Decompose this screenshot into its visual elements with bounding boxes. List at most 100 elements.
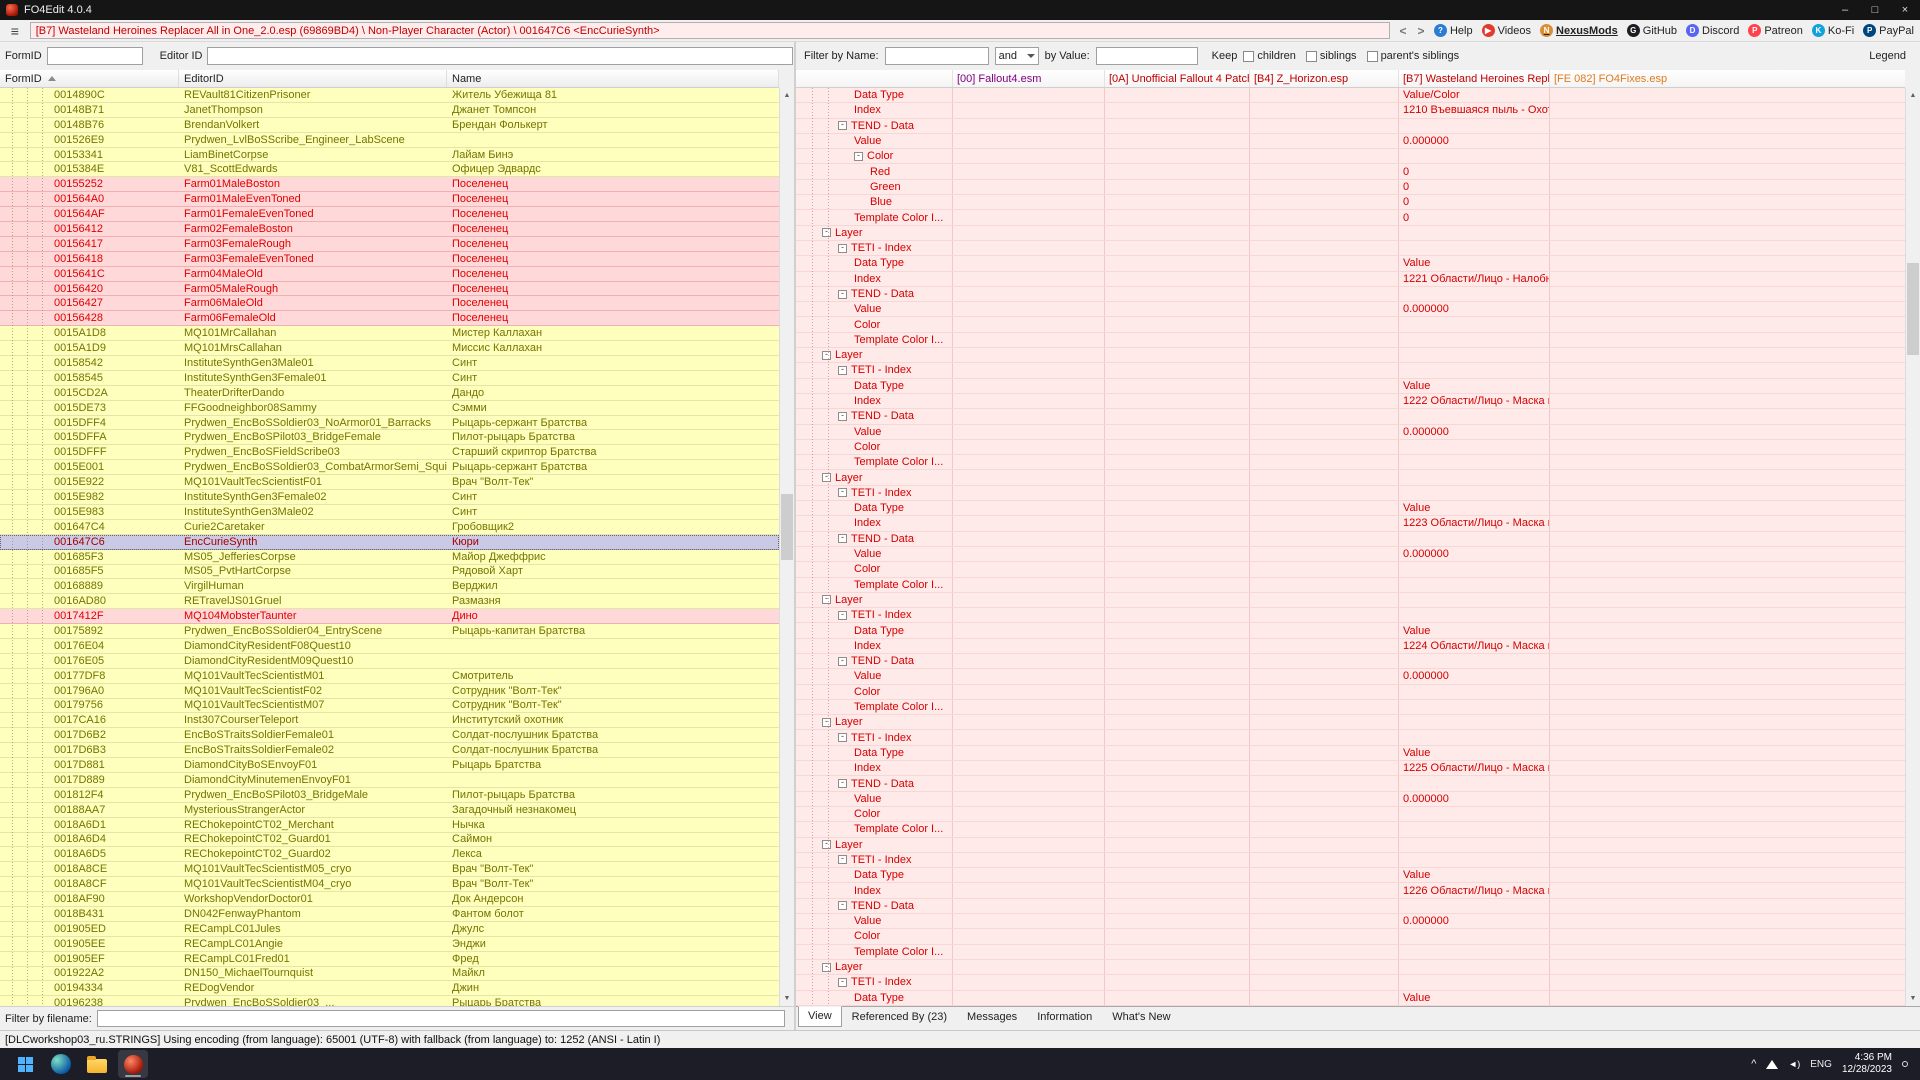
cell-fallout4[interactable]	[953, 88, 1105, 102]
cell-horizon[interactable]	[1250, 822, 1399, 836]
cell-fo4fixes[interactable]	[1550, 929, 1905, 943]
filter-name-input[interactable]	[885, 47, 989, 65]
cell-wasteland-heroines[interactable]	[1399, 470, 1550, 484]
toolbar-link[interactable]: K Ko-Fi	[1812, 24, 1854, 37]
cell-fo4fixes[interactable]	[1550, 149, 1905, 163]
tree-row[interactable]: Index 1224 Области/Лицо - Маска на у...	[796, 639, 1905, 654]
cell-fo4fixes[interactable]	[1550, 88, 1905, 102]
tree-row[interactable]: Layer	[796, 470, 1905, 485]
cell-fallout4[interactable]	[953, 210, 1105, 224]
cell-fallout4[interactable]	[953, 639, 1105, 653]
cell-wasteland-heroines[interactable]	[1399, 608, 1550, 622]
table-row[interactable]: 00176E04 DiamondCityResidentF08Quest10	[0, 639, 779, 654]
cell-wasteland-heroines[interactable]	[1399, 685, 1550, 699]
cell-fallout4[interactable]	[953, 363, 1105, 377]
cell-fallout4[interactable]	[953, 516, 1105, 530]
tree-row[interactable]: Index 1223 Области/Лицо - Маска на ...	[796, 516, 1905, 531]
cell-fallout4[interactable]	[953, 776, 1105, 790]
cell-fo4fixes[interactable]	[1550, 730, 1905, 744]
cell-fo4fixes[interactable]	[1550, 822, 1905, 836]
cell-fo4fixes[interactable]	[1550, 317, 1905, 331]
cell-fallout4[interactable]	[953, 914, 1105, 928]
cell-horizon[interactable]	[1250, 868, 1399, 882]
cell-wasteland-heroines[interactable]: 1222 Области/Лицо - Маска на г...	[1399, 394, 1550, 408]
cell-fo4fixes[interactable]	[1550, 195, 1905, 209]
keep-checkbox[interactable]: children	[1243, 50, 1296, 62]
tree-row[interactable]: Layer	[796, 838, 1905, 853]
column-header-editorid[interactable]: EditorID	[179, 70, 447, 87]
right-scrollbar[interactable]: ▲ ▼	[1905, 88, 1920, 1006]
cell-fallout4[interactable]	[953, 440, 1105, 454]
cell-wasteland-heroines[interactable]: Value	[1399, 746, 1550, 760]
close-button[interactable]: ×	[1890, 0, 1920, 20]
cell-horizon[interactable]	[1250, 776, 1399, 790]
cell-wasteland-heroines[interactable]: 1210 Въевшаяся пыль - Охотна...	[1399, 103, 1550, 117]
cell-wasteland-heroines[interactable]	[1399, 593, 1550, 607]
plugin-column-header[interactable]: [B4] Z_Horizon.esp	[1250, 70, 1399, 87]
cell-fo4fixes[interactable]	[1550, 501, 1905, 515]
cell-unofficial-patch[interactable]	[1105, 226, 1250, 240]
tree-row[interactable]: Template Color I...	[796, 822, 1905, 837]
cell-horizon[interactable]	[1250, 256, 1399, 270]
cell-horizon[interactable]	[1250, 715, 1399, 729]
table-row[interactable]: 00155252 Farm01MaleBoston Поселенец	[0, 177, 779, 192]
tree-row[interactable]: TEND - Data	[796, 119, 1905, 134]
cell-unofficial-patch[interactable]	[1105, 578, 1250, 592]
tree-row[interactable]: TETI - Index	[796, 241, 1905, 256]
cell-fo4fixes[interactable]	[1550, 103, 1905, 117]
cell-fo4fixes[interactable]	[1550, 669, 1905, 683]
cell-horizon[interactable]	[1250, 516, 1399, 530]
cell-unofficial-patch[interactable]	[1105, 960, 1250, 974]
cell-horizon[interactable]	[1250, 608, 1399, 622]
cell-horizon[interactable]	[1250, 470, 1399, 484]
cell-horizon[interactable]	[1250, 562, 1399, 576]
cell-fallout4[interactable]	[953, 608, 1105, 622]
cell-fallout4[interactable]	[953, 409, 1105, 423]
table-row[interactable]: 0015384E V81_ScottEdwards Офицер Эдвардс	[0, 162, 779, 177]
table-row[interactable]: 0016AD80 RETravelJS01Gruel Размазня	[0, 594, 779, 609]
cell-unofficial-patch[interactable]	[1105, 639, 1250, 653]
cell-fo4fixes[interactable]	[1550, 578, 1905, 592]
cell-fallout4[interactable]	[953, 883, 1105, 897]
table-row[interactable]: 00196238 Prydwen_EncBoSSoldier03_... Рыц…	[0, 996, 779, 1006]
cell-fo4fixes[interactable]	[1550, 394, 1905, 408]
collapse-icon[interactable]	[838, 366, 847, 375]
maximize-button[interactable]: □	[1860, 0, 1890, 20]
cell-fallout4[interactable]	[953, 195, 1105, 209]
cell-wasteland-heroines[interactable]: Value	[1399, 379, 1550, 393]
cell-unofficial-patch[interactable]	[1105, 501, 1250, 515]
cell-fo4fixes[interactable]	[1550, 455, 1905, 469]
collapse-icon[interactable]	[838, 488, 847, 497]
toolbar-link[interactable]: N NexusMods	[1540, 24, 1618, 37]
cell-wasteland-heroines[interactable]: Value/Color	[1399, 88, 1550, 102]
taskbar-app-edge[interactable]	[46, 1050, 76, 1078]
cell-fallout4[interactable]	[953, 547, 1105, 561]
cell-fo4fixes[interactable]	[1550, 868, 1905, 882]
cell-unofficial-patch[interactable]	[1105, 730, 1250, 744]
language-indicator[interactable]: ENG	[1810, 1059, 1832, 1070]
cell-fo4fixes[interactable]	[1550, 226, 1905, 240]
cell-fallout4[interactable]	[953, 562, 1105, 576]
cell-fo4fixes[interactable]	[1550, 975, 1905, 989]
cell-horizon[interactable]	[1250, 210, 1399, 224]
tree-row[interactable]: Color	[796, 929, 1905, 944]
cell-horizon[interactable]	[1250, 134, 1399, 148]
tree-row[interactable]: Data Type Value/Color	[796, 88, 1905, 103]
tree-row[interactable]: Color	[796, 562, 1905, 577]
tree-row[interactable]: TEND - Data	[796, 532, 1905, 547]
cell-unofficial-patch[interactable]	[1105, 333, 1250, 347]
cell-horizon[interactable]	[1250, 761, 1399, 775]
tree-row[interactable]: Template Color I...	[796, 455, 1905, 470]
cell-fo4fixes[interactable]	[1550, 776, 1905, 790]
tree-row[interactable]: Data Type Value	[796, 379, 1905, 394]
table-row[interactable]: 00158542 InstituteSynthGen3Male01 Синт	[0, 356, 779, 371]
cell-horizon[interactable]	[1250, 119, 1399, 133]
tree-row[interactable]: Template Color I...	[796, 333, 1905, 348]
tree-row[interactable]: Layer	[796, 960, 1905, 975]
table-row[interactable]: 0018A6D1 REChokepointCT02_Merchant Нычка	[0, 818, 779, 833]
table-row[interactable]: 0015CD2A TheaterDrifterDando Дандо	[0, 386, 779, 401]
cell-fo4fixes[interactable]	[1550, 241, 1905, 255]
collapse-icon[interactable]	[822, 595, 831, 604]
toolbar-link[interactable]: D Discord	[1686, 24, 1739, 37]
cell-horizon[interactable]	[1250, 623, 1399, 637]
